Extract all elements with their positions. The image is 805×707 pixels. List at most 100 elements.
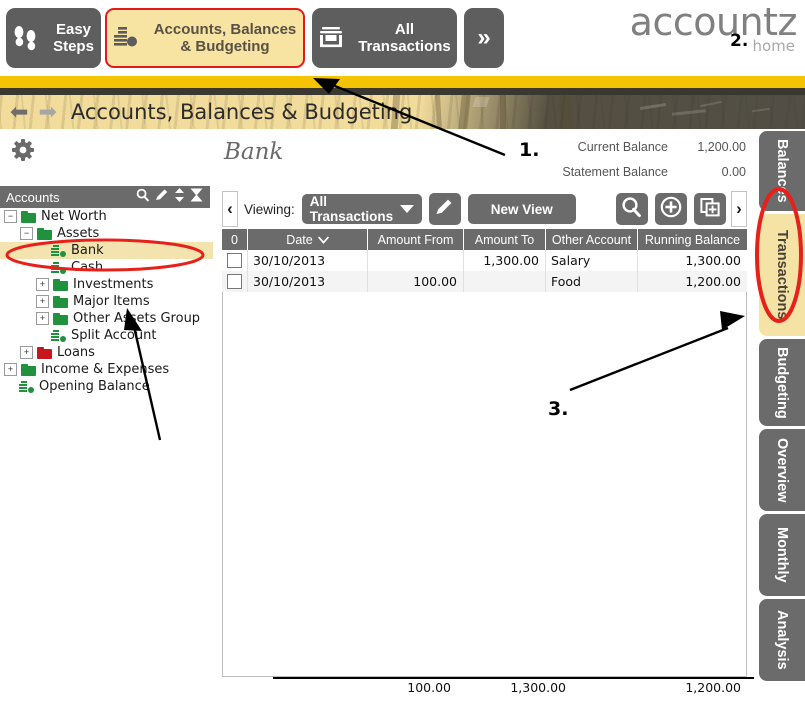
tree-expand-icon[interactable]: + [20,346,33,359]
tree-collapse-icon[interactable]: − [4,210,17,223]
dark-accent-strip [0,88,805,95]
back-arrow-icon[interactable]: ⬅ [10,101,28,123]
accounts-tree: − Net Worth − Assets Bank Cash + Investments + Ma… [0,208,213,395]
cell-amount-to[interactable] [464,271,546,292]
current-balance-label: Current Balance [577,140,668,154]
toolbar-scroll-left-button[interactable]: ‹ [222,191,238,227]
cell-date[interactable]: 30/10/2013 [248,250,368,271]
tree-item-label: Net Worth [41,209,107,224]
nav-button-all-transactions[interactable]: All Transactions [312,8,457,68]
duplicate-transaction-button[interactable] [694,193,726,225]
statement-balance-label: Statement Balance [562,165,668,179]
cell-amount-from[interactable] [368,250,464,271]
cell-other-account[interactable]: Salary [546,250,638,271]
sort-updown-icon[interactable] [174,187,185,207]
tree-item-investments[interactable]: + Investments [0,276,213,293]
tree-expand-icon[interactable]: + [36,278,49,291]
vertical-tab-balances[interactable]: Balances [759,131,805,211]
statement-balance-value: 0.00 [721,165,746,179]
tree-item-loans[interactable]: + Loans [0,344,213,361]
annotation-number-3: 3. [548,398,569,420]
nav-button-all-transactions-label: All Transactions [358,21,451,55]
vertical-tab-analysis[interactable]: Analysis [759,599,805,681]
double-chevron-right-icon: » [477,24,491,51]
tree-item-cash[interactable]: Cash [0,259,213,276]
edit-view-button[interactable] [428,193,461,225]
row-checkbox[interactable] [227,253,242,268]
total-running-balance: 1,200.00 [685,680,741,695]
tree-item-label: Split Account [71,328,157,343]
viewing-label: Viewing: [244,201,295,217]
vertical-tab-budgeting[interactable]: Budgeting [759,339,805,426]
column-header-amount-to[interactable]: Amount To [464,229,546,250]
transactions-table: 0 Date Amount From Amount To Other Account Ru… [222,229,747,292]
row-checkbox-cell[interactable] [222,250,248,271]
search-icon [621,196,643,223]
column-header-other-account[interactable]: Other Account [546,229,638,250]
current-balance-value: 1,200.00 [697,140,746,154]
tree-item-opening-balance[interactable]: Opening Balance [0,378,213,395]
inbox-tray-icon [312,23,352,53]
cell-running-balance[interactable]: 1,200.00 [638,271,747,292]
transactions-table-body-area [222,292,747,677]
chevron-down-icon [317,233,329,247]
view-select-dropdown[interactable]: All Transactions [301,194,422,224]
row-checkbox[interactable] [227,274,242,289]
nav-button-more[interactable]: » [464,8,504,68]
folder-green-icon [37,227,52,240]
account-bars-icon [51,329,66,342]
tree-item-net-worth[interactable]: − Net Worth [0,208,213,225]
tree-expand-icon[interactable]: + [36,312,49,325]
collapse-all-icon[interactable] [190,188,203,207]
forward-arrow-icon[interactable]: ➡ [38,101,56,123]
copy-add-icon [699,196,721,223]
cell-amount-from[interactable]: 100.00 [368,271,464,292]
tree-item-bank[interactable]: Bank [0,242,213,259]
toolbar-scroll-right-button[interactable]: › [731,191,747,227]
annotation-number-1: 1. [519,139,540,161]
pencil-icon[interactable] [155,188,169,207]
search-icon[interactable] [136,188,150,207]
gear-icon[interactable] [10,137,38,165]
nav-button-accounts-balances-budgeting[interactable]: Accounts, Balances & Budgeting [105,8,305,68]
column-header-running-balance[interactable]: Running Balance [638,229,747,250]
table-row[interactable]: 30/10/2013 1,300.00 Salary 1,300.00 [222,250,747,271]
cell-date[interactable]: 30/10/2013 [248,271,368,292]
view-toolbar: ‹ Viewing: All Transactions New View › [222,190,747,228]
tree-expand-icon[interactable]: + [36,295,49,308]
add-transaction-button[interactable] [655,193,687,225]
cell-running-balance[interactable]: 1,300.00 [638,250,747,271]
vertical-tab-overview[interactable]: Overview [759,429,805,511]
tree-item-assets[interactable]: − Assets [0,225,213,242]
column-header-label: Amount From [377,232,454,247]
tree-item-label: Income & Expenses [41,362,170,377]
column-header-0[interactable]: 0 [222,229,248,250]
nav-button-easy-steps[interactable]: Easy Steps [6,8,101,68]
folder-green-icon [21,363,36,376]
total-amount-from: 100.00 [407,680,451,695]
tree-item-income-expenses[interactable]: + Income & Expenses [0,361,213,378]
table-row[interactable]: 30/10/2013 100.00 Food 1,200.00 [222,271,747,292]
vertical-tab-label: Analysis [774,610,790,670]
column-header-date[interactable]: Date [248,229,368,250]
tree-item-other-assets-group[interactable]: + Other Assets Group [0,310,213,327]
column-header-label: Amount To [474,232,535,247]
vertical-tab-transactions[interactable]: Transactions [759,214,805,336]
tree-collapse-icon[interactable]: − [20,227,33,240]
column-header-label: Date [286,232,313,247]
tree-expand-icon[interactable]: + [4,363,17,376]
accounts-sidebar: Accounts − Net Worth − Assets Bank Cash + Inves… [0,129,213,707]
search-transactions-button[interactable] [616,193,648,225]
cell-amount-to[interactable]: 1,300.00 [464,250,546,271]
tree-item-split-account[interactable]: Split Account [0,327,213,344]
tree-item-major-items[interactable]: + Major Items [0,293,213,310]
row-checkbox-cell[interactable] [222,271,248,292]
cell-other-account[interactable]: Food [546,271,638,292]
column-header-label: Other Account [551,232,632,247]
vertical-tab-label: Monthly [774,527,790,583]
vertical-tab-monthly[interactable]: Monthly [759,514,805,596]
new-view-button[interactable]: New View [467,194,576,224]
column-header-label: Running Balance [644,232,741,247]
column-header-amount-from[interactable]: Amount From [368,229,464,250]
tree-item-label: Opening Balance [39,379,150,394]
